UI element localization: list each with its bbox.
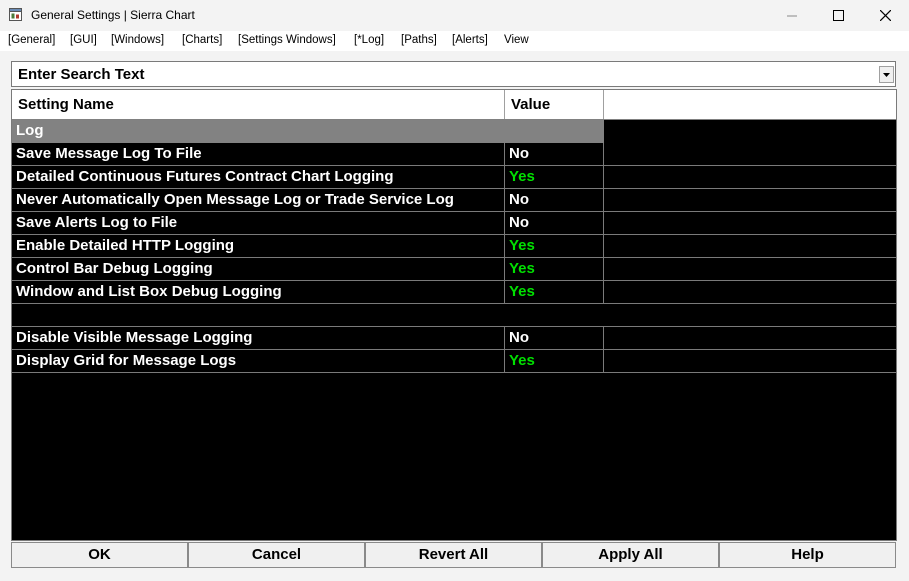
- setting-value[interactable]: Yes: [505, 350, 604, 373]
- revert-all-button[interactable]: Revert All: [365, 542, 542, 568]
- setting-extra: [604, 281, 896, 304]
- settings-grid: Setting Name Value Log Save Message Log …: [11, 89, 897, 541]
- search-combobox[interactable]: [11, 61, 896, 87]
- table-row[interactable]: Enable Detailed HTTP Logging Yes: [12, 235, 896, 258]
- header-extra: [604, 90, 896, 119]
- table-row[interactable]: Save Alerts Log to File No: [12, 212, 896, 235]
- setting-name: Disable Visible Message Logging: [12, 327, 505, 350]
- cancel-button[interactable]: Cancel: [188, 542, 365, 568]
- table-row[interactable]: Disable Visible Message Logging No: [12, 327, 896, 350]
- setting-extra: [604, 143, 896, 166]
- setting-extra: [604, 327, 896, 350]
- menu-settings-windows[interactable]: [Settings Windows]: [238, 34, 336, 46]
- table-row[interactable]: Control Bar Debug Logging Yes: [12, 258, 896, 281]
- table-row[interactable]: Never Automatically Open Message Log or …: [12, 189, 896, 212]
- search-dropdown-button[interactable]: [879, 66, 894, 83]
- table-row[interactable]: Display Grid for Message Logs Yes: [12, 350, 896, 373]
- window-title: General Settings | Sierra Chart: [31, 8, 195, 22]
- setting-value[interactable]: Yes: [505, 166, 604, 189]
- menu-windows[interactable]: [Windows]: [111, 34, 164, 46]
- minimize-button[interactable]: [769, 0, 815, 31]
- setting-extra: [604, 212, 896, 235]
- button-bar: OK Cancel Revert All Apply All Help: [11, 542, 897, 568]
- setting-name: Save Alerts Log to File: [12, 212, 505, 235]
- help-button[interactable]: Help: [719, 542, 896, 568]
- setting-name: Never Automatically Open Message Log or …: [12, 189, 505, 212]
- table-row[interactable]: Window and List Box Debug Logging Yes: [12, 281, 896, 304]
- chevron-down-icon: [883, 72, 890, 77]
- ok-button[interactable]: OK: [11, 542, 188, 568]
- table-row[interactable]: Save Message Log To File No: [12, 143, 896, 166]
- search-input[interactable]: [18, 64, 878, 84]
- setting-name: Window and List Box Debug Logging: [12, 281, 505, 304]
- setting-name: Save Message Log To File: [12, 143, 505, 166]
- title-bar: General Settings | Sierra Chart: [0, 0, 909, 31]
- spacer-row: [12, 304, 896, 327]
- menu-bar: [General] [GUI] [Windows] [Charts] [Sett…: [0, 31, 909, 51]
- close-icon: [879, 10, 891, 21]
- setting-value[interactable]: Yes: [505, 281, 604, 304]
- menu-charts[interactable]: [Charts]: [182, 34, 222, 46]
- setting-extra: [604, 166, 896, 189]
- apply-all-button[interactable]: Apply All: [542, 542, 719, 568]
- setting-extra: [604, 350, 896, 373]
- setting-name: Control Bar Debug Logging: [12, 258, 505, 281]
- header-setting-name[interactable]: Setting Name: [12, 90, 505, 119]
- setting-name: Display Grid for Message Logs: [12, 350, 505, 373]
- setting-extra: [604, 189, 896, 212]
- grid-header: Setting Name Value: [12, 90, 896, 120]
- setting-value[interactable]: No: [505, 212, 604, 235]
- table-row[interactable]: Detailed Continuous Futures Contract Cha…: [12, 166, 896, 189]
- section-label: Log: [12, 120, 604, 143]
- setting-extra: [604, 258, 896, 281]
- menu-alerts[interactable]: [Alerts]: [452, 34, 488, 46]
- app-icon: [9, 8, 22, 21]
- setting-value[interactable]: Yes: [505, 235, 604, 258]
- header-value[interactable]: Value: [505, 90, 604, 119]
- section-row-log[interactable]: Log: [12, 120, 896, 143]
- close-button[interactable]: [862, 0, 908, 31]
- spacer-cell: [12, 304, 896, 327]
- setting-value[interactable]: No: [505, 189, 604, 212]
- menu-general[interactable]: [General]: [8, 34, 55, 46]
- minimize-icon: [787, 15, 797, 16]
- maximize-icon: [832, 10, 844, 21]
- setting-value[interactable]: Yes: [505, 258, 604, 281]
- maximize-button[interactable]: [815, 0, 861, 31]
- setting-value[interactable]: No: [505, 327, 604, 350]
- section-extra-cell: [604, 120, 896, 143]
- setting-extra: [604, 235, 896, 258]
- setting-name: Enable Detailed HTTP Logging: [12, 235, 505, 258]
- menu-view[interactable]: View: [504, 34, 529, 46]
- setting-name: Detailed Continuous Futures Contract Cha…: [12, 166, 505, 189]
- setting-value[interactable]: No: [505, 143, 604, 166]
- menu-gui[interactable]: [GUI]: [70, 34, 97, 46]
- menu-log[interactable]: [*Log]: [354, 34, 384, 46]
- menu-paths[interactable]: [Paths]: [401, 34, 437, 46]
